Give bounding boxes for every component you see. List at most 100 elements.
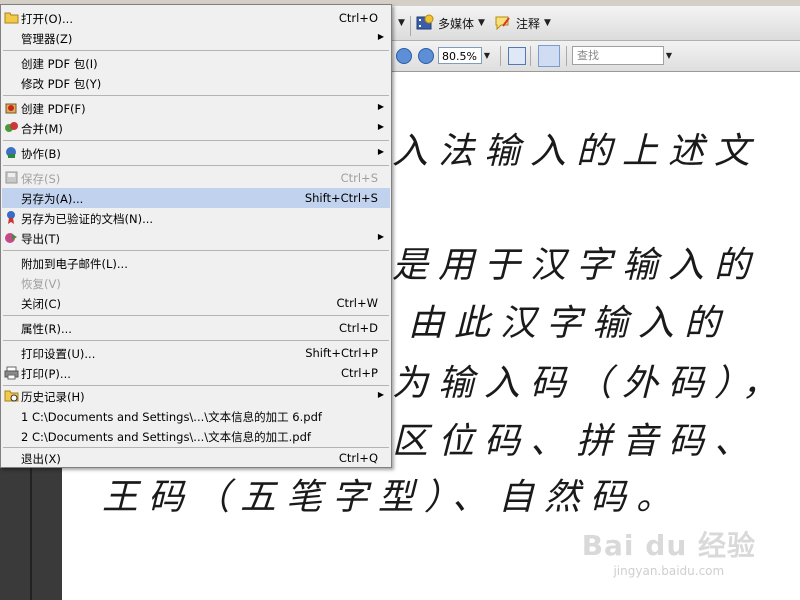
menu-item-properties[interactable]: 属性(R)... Ctrl+D xyxy=(2,318,390,338)
submenu-arrow-icon: ▶ xyxy=(377,232,384,241)
menu-item-organizer[interactable]: 管理器(Z) ▶ xyxy=(2,28,390,48)
menu-separator xyxy=(3,315,389,316)
menu-separator xyxy=(3,250,389,251)
menu-item-revert: 恢复(V) xyxy=(2,273,390,293)
collaborate-icon xyxy=(4,145,19,160)
menu-item-label: 1 C:\Documents and Settings\...\文本信息的加工 … xyxy=(21,410,322,424)
menu-separator xyxy=(3,340,389,341)
file-menu: 打开(O)... Ctrl+O 管理器(Z) ▶ 创建 PDF 包(I) 修改 … xyxy=(0,4,392,468)
comment-label: 注释 xyxy=(516,16,541,31)
menu-item-combine[interactable]: 合并(M) ▶ xyxy=(2,118,390,138)
chevron-down-icon[interactable]: ▼ xyxy=(482,47,492,64)
menu-item-shortcut: Ctrl+D xyxy=(339,321,378,335)
menu-item-recent-file-2[interactable]: 2 C:\Documents and Settings\...\文本信息的加工.… xyxy=(2,426,390,446)
document-text-line: 区位码、拼音码、 xyxy=(392,421,761,462)
menu-item-label: 恢复(V) xyxy=(21,277,61,291)
combine-icon xyxy=(4,120,19,135)
menu-item-label: 退出(X) xyxy=(21,452,61,466)
toolbar-separator xyxy=(530,46,531,66)
find-input[interactable]: 查找 xyxy=(572,46,664,65)
menu-item-close[interactable]: 关闭(C) Ctrl+W xyxy=(2,293,390,313)
menu-item-exit[interactable]: 退出(X) Ctrl+Q xyxy=(2,448,390,468)
menu-item-label: 打开(O)... xyxy=(21,12,73,26)
multimedia-button[interactable]: 多媒体 ▼ xyxy=(416,12,485,34)
menu-item-shortcut: Ctrl+W xyxy=(336,296,378,310)
certified-ribbon-icon xyxy=(4,210,19,225)
export-icon xyxy=(4,230,19,245)
chevron-down-icon: ▼ xyxy=(544,18,551,28)
menu-item-label: 另存为(A)... xyxy=(21,192,84,206)
menu-item-shortcut: Ctrl+S xyxy=(340,171,378,185)
submenu-arrow-icon: ▶ xyxy=(377,122,384,131)
menu-item-history[interactable]: 历史记录(H) ▶ xyxy=(2,386,390,406)
menu-separator xyxy=(3,50,389,51)
folder-open-icon xyxy=(4,10,19,25)
zoom-in-icon[interactable] xyxy=(418,48,434,64)
zoom-out-icon[interactable] xyxy=(396,48,412,64)
watermark-url: jingyan.baidu.com xyxy=(613,564,725,578)
menu-item-recent-file-1[interactable]: 1 C:\Documents and Settings\...\文本信息的加工 … xyxy=(2,406,390,426)
menu-item-shortcut: Ctrl+P xyxy=(340,366,378,380)
multimedia-icon xyxy=(416,14,434,32)
menu-item-label: 合并(M) xyxy=(21,122,63,136)
menu-separator xyxy=(3,95,389,96)
menu-item-label: 创建 PDF(F) xyxy=(21,102,86,116)
menu-item-label: 另存为已验证的文档(N)... xyxy=(21,212,154,226)
menu-item-label: 打印(P)... xyxy=(21,367,71,381)
chevron-down-icon[interactable]: ▼ xyxy=(664,46,674,65)
menu-separator xyxy=(3,165,389,166)
menu-item-label: 保存(S) xyxy=(21,172,61,186)
menu-item-label: 属性(R)... xyxy=(21,322,72,336)
menu-item-label: 历史记录(H) xyxy=(21,390,85,404)
submenu-arrow-icon: ▶ xyxy=(377,147,384,156)
submenu-arrow-icon: ▶ xyxy=(377,390,384,399)
create-pdf-icon xyxy=(4,100,19,115)
menu-item-print[interactable]: 打印(P)... Ctrl+P xyxy=(2,363,390,383)
menu-item-shortcut: Ctrl+O xyxy=(338,11,378,25)
menu-item-shortcut: Shift+Ctrl+S xyxy=(304,191,378,205)
menu-separator xyxy=(3,140,389,141)
menu-item-create-pdf-package[interactable]: 创建 PDF 包(I) xyxy=(2,53,390,73)
menu-item-create-pdf[interactable]: 创建 PDF(F) ▶ xyxy=(2,98,390,118)
watermark-logo: Bai du 经验 xyxy=(581,529,756,562)
menu-item-modify-pdf-package[interactable]: 修改 PDF 包(Y) xyxy=(2,73,390,93)
menu-item-export[interactable]: 导出(T) ▶ xyxy=(2,228,390,248)
menu-item-label: 修改 PDF 包(Y) xyxy=(21,77,102,91)
menu-item-open[interactable]: 打开(O)... Ctrl+O xyxy=(2,8,390,28)
fit-width-icon[interactable] xyxy=(508,47,526,65)
menu-item-label: 附加到电子邮件(L)... xyxy=(21,257,128,271)
menu-item-collaborate[interactable]: 协作(B) ▶ xyxy=(2,143,390,163)
chevron-down-icon: ▼ xyxy=(478,18,485,28)
submenu-arrow-icon: ▶ xyxy=(377,32,384,41)
menu-item-label: 协作(B) xyxy=(21,147,61,161)
save-icon xyxy=(4,170,19,185)
menu-item-label: 创建 PDF 包(I) xyxy=(21,57,98,71)
menu-item-label: 管理器(Z) xyxy=(21,32,73,46)
menu-item-label: 打印设置(U)... xyxy=(21,347,96,361)
document-text-line: 入法输入的上述文 xyxy=(392,131,761,172)
menu-item-save: 保存(S) Ctrl+S xyxy=(2,168,390,188)
watermark: Bai du 经验 jingyan.baidu.com xyxy=(582,524,756,578)
menu-item-shortcut: Shift+Ctrl+P xyxy=(305,346,378,360)
menu-item-shortcut: Ctrl+Q xyxy=(338,451,378,465)
menu-item-label: 导出(T) xyxy=(21,232,60,246)
document-text-line: 为输入码（外码）， xyxy=(392,363,789,404)
menu-item-print-setup[interactable]: 打印设置(U)... Shift+Ctrl+P xyxy=(2,343,390,363)
submenu-arrow-icon: ▶ xyxy=(377,102,384,111)
menu-item-save-as[interactable]: 另存为(A)... Shift+Ctrl+S xyxy=(2,188,390,208)
comment-icon xyxy=(494,14,512,32)
zoom-input[interactable]: 80.5% xyxy=(438,47,482,64)
toolbar-dropdown-arrow[interactable]: ▼ xyxy=(398,18,405,28)
history-icon xyxy=(4,388,19,403)
document-text-line: ，由此汉字输入的 xyxy=(362,303,731,344)
comment-button[interactable]: 注释 ▼ xyxy=(494,12,551,34)
menu-item-label: 关闭(C) xyxy=(21,297,62,311)
toolbar-separator xyxy=(566,46,567,66)
multimedia-label: 多媒体 xyxy=(438,16,475,31)
menu-item-save-as-certified[interactable]: 另存为已验证的文档(N)... xyxy=(2,208,390,228)
document-text-line: 王码（五笔字型）、自然码。 xyxy=(102,477,683,518)
printer-icon xyxy=(4,365,19,380)
fit-page-icon[interactable] xyxy=(538,45,560,67)
menu-item-attach-email[interactable]: 附加到电子邮件(L)... xyxy=(2,253,390,273)
toolbar-separator xyxy=(500,46,501,66)
